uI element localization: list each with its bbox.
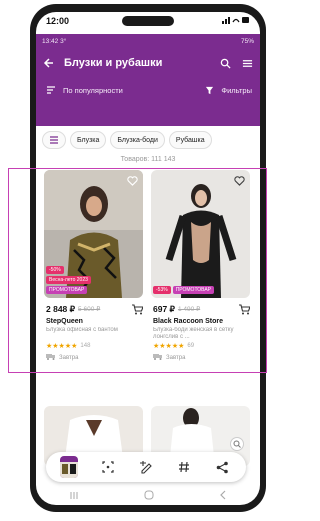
sort-filter-row: По популярности Фильтры — [36, 78, 260, 102]
menu-icon[interactable] — [240, 56, 254, 70]
sort-button[interactable]: По популярности — [44, 83, 123, 97]
share-icon[interactable] — [214, 458, 232, 476]
sort-label: По популярности — [63, 85, 123, 95]
screenshot-thumbnail[interactable] — [60, 456, 79, 478]
system-status-icons — [222, 16, 250, 26]
chip-bluzka-body[interactable]: Блузка-боди — [110, 131, 165, 149]
app-status-bar: 13:42 3° 75% — [42, 37, 254, 45]
recent-apps-icon[interactable] — [69, 491, 79, 503]
screenshot-toolbar — [46, 452, 246, 482]
chip-rubashka[interactable]: Рубашка — [168, 131, 212, 149]
filter-button[interactable]: Фильтры — [202, 83, 252, 97]
selection-highlight — [8, 168, 267, 373]
page-title: Блузки и рубашки — [64, 57, 163, 69]
back-icon[interactable] — [219, 490, 227, 503]
results-count: Товаров: 111 143 — [120, 156, 176, 163]
home-icon[interactable] — [144, 490, 154, 503]
app-battery: 75% — [240, 37, 254, 45]
category-chips: Блузка Блузка-боди Рубашка — [36, 130, 260, 150]
scroll-capture-icon[interactable] — [99, 458, 117, 476]
hashtag-icon[interactable] — [175, 458, 193, 476]
filter-icon — [202, 83, 216, 97]
chip-bluzka[interactable]: Блузка — [70, 131, 107, 149]
camera-notch — [122, 16, 174, 26]
search-icon[interactable] — [218, 56, 232, 70]
system-time: 12:00 — [46, 16, 70, 26]
sort-icon — [44, 83, 58, 97]
app-header: 13:42 3° 75% Блузки и рубашки По популяр… — [36, 34, 260, 126]
filter-label: Фильтры — [221, 85, 252, 95]
system-navigation-bar — [36, 488, 260, 505]
title-row: Блузки и рубашки — [36, 48, 260, 78]
back-arrow-icon[interactable] — [42, 56, 56, 70]
edit-icon[interactable] — [137, 458, 155, 476]
chip-menu-button[interactable] — [42, 131, 66, 149]
